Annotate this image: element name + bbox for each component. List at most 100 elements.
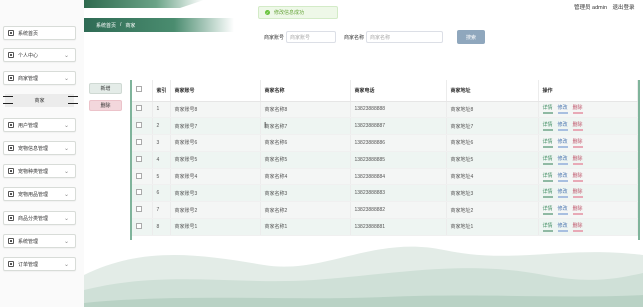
detail-button[interactable]: 详情	[542, 138, 553, 148]
sidebar-item-0[interactable]: 系统首页	[3, 26, 76, 40]
table-row[interactable]: 3 商家账号6 商家名称6 13823888886 商家地址6 详情 修改 删除	[132, 134, 638, 152]
sidebar-item-8[interactable]: 系统管理 ⌄	[3, 234, 76, 248]
sidebar-item-3[interactable]: 用户管理 ⌄	[3, 118, 76, 132]
row-delete-button[interactable]: 删除	[572, 222, 583, 232]
top-stripe	[84, 0, 204, 8]
detail-button[interactable]: 详情	[542, 121, 553, 132]
row-actions-cell: 详情 修改 删除	[538, 168, 638, 186]
select-all-checkbox[interactable]	[136, 86, 142, 93]
row-checkbox[interactable]	[136, 105, 142, 112]
table-row[interactable]: 2 商家账号7 商家名称7 13823888887 商家地址7 详情 修改 删除	[132, 117, 638, 136]
sidebar-item-label: 系统首页	[18, 30, 39, 37]
row-select-cell	[132, 101, 153, 119]
row-delete-button[interactable]: 删除	[572, 172, 583, 182]
edit-button[interactable]: 修改	[557, 205, 568, 216]
row-checkbox[interactable]	[136, 222, 142, 229]
row-delete-button[interactable]: 删除	[572, 138, 583, 148]
detail-button[interactable]: 详情	[542, 104, 553, 115]
shop-icon	[8, 75, 14, 81]
cell-name: 商家名称4	[260, 168, 351, 186]
cell-address: 商家地址4	[446, 168, 539, 186]
table-row[interactable]: 1 商家账号8 商家名称8 13823888888 商家地址8 详情 修改 删除	[132, 101, 638, 119]
breadcrumb-separator: /	[120, 22, 122, 28]
toast-text: 修改信息成功	[274, 10, 305, 16]
breadcrumb-home[interactable]: 系统首页	[96, 22, 116, 29]
sidebar-item-2[interactable]: 商家管理 ⌄	[3, 71, 76, 85]
cell-phone: 13823888881	[350, 218, 447, 236]
row-checkbox[interactable]	[136, 155, 142, 162]
submenu-item-merchant[interactable]: 商家	[5, 94, 74, 107]
drag-handle-right-icon[interactable]	[68, 93, 78, 107]
edit-button[interactable]: 修改	[557, 138, 568, 148]
table-row[interactable]: 8 商家账号1 商家名称1 13823888881 商家地址1 详情 修改 删除	[132, 218, 638, 236]
submenu-item-label: 商家	[34, 98, 45, 104]
chevron-down-icon: ⌄	[63, 123, 69, 129]
sidebar-item-label: 个人中心	[18, 52, 39, 59]
table-row[interactable]: 4 商家账号5 商家名称5 13823888885 商家地址5 详情 修改 删除	[132, 151, 638, 169]
chevron-down-icon: ⌄	[63, 76, 69, 82]
cell-name: 商家名称8	[260, 101, 351, 119]
row-select-cell	[132, 151, 153, 169]
row-delete-button[interactable]: 删除	[572, 121, 583, 132]
table-row[interactable]: 7 商家账号2 商家名称2 13823888882 商家地址2 详情 修改 删除	[132, 201, 638, 220]
detail-button[interactable]: 详情	[542, 188, 553, 199]
sidebar-item-label: 订单管理	[18, 261, 39, 268]
detail-button[interactable]: 详情	[542, 172, 553, 182]
cell-phone: 13823888885	[350, 151, 447, 169]
row-select-cell	[132, 201, 153, 220]
drag-handle-left-icon[interactable]	[3, 93, 13, 107]
edit-button[interactable]: 修改	[557, 121, 568, 132]
search-button[interactable]: 搜索	[457, 30, 486, 44]
breadcrumb-current: 商家	[125, 22, 136, 29]
edit-button[interactable]: 修改	[557, 104, 568, 115]
sidebar-item-9[interactable]: 订单管理 ⌄	[3, 257, 76, 271]
add-button[interactable]: 新增	[89, 83, 122, 94]
edit-button[interactable]: 修改	[557, 172, 568, 182]
sidebar-item-5[interactable]: 宠物种类管理 ⌄	[3, 164, 76, 178]
detail-button[interactable]: 详情	[542, 222, 553, 232]
row-actions-cell: 详情 修改 删除	[538, 117, 638, 136]
table-row[interactable]: 6 商家账号3 商家名称3 13823888883 商家地址3 详情 修改 删除	[132, 184, 638, 203]
row-actions-cell: 详情 修改 删除	[538, 151, 638, 169]
cell-index: 4	[152, 151, 171, 169]
chevron-down-icon: ⌄	[63, 262, 69, 268]
search-account-input[interactable]: 商家账号	[286, 31, 337, 43]
row-delete-button[interactable]: 删除	[572, 205, 583, 216]
sidebar-item-1[interactable]: 个人中心 ⌄	[3, 48, 76, 62]
sidebar-item-4[interactable]: 宠物信息管理 ⌄	[3, 141, 76, 155]
row-checkbox[interactable]	[136, 138, 142, 145]
cell-index: 2	[152, 117, 171, 136]
cell-phone: 13823888882	[350, 201, 447, 220]
cell-phone: 13823888884	[350, 168, 447, 186]
cell-phone: 13823888888	[350, 101, 447, 119]
row-delete-button[interactable]: 删除	[572, 188, 583, 199]
cell-phone: 13823888883	[350, 184, 447, 203]
data-table: 索引 商家账号 商家名称 商家电话 商家地址 操作 1 商家账号8 商家名称8 138…	[130, 80, 640, 240]
sidebar-item-6[interactable]: 宠物用品管理 ⌄	[3, 187, 76, 201]
detail-button[interactable]: 详情	[542, 155, 553, 165]
row-checkbox[interactable]	[136, 172, 142, 179]
cell-name: 商家名称5	[260, 151, 351, 169]
cell-index: 5	[152, 168, 171, 186]
row-checkbox[interactable]	[136, 122, 142, 129]
edit-button[interactable]: 修改	[557, 188, 568, 199]
column-header-phone: 商家电话	[350, 80, 447, 102]
row-delete-button[interactable]: 删除	[572, 155, 583, 165]
cell-address: 商家地址2	[446, 201, 539, 220]
delete-button[interactable]: 删除	[89, 100, 122, 111]
table-row[interactable]: 5 商家账号4 商家名称4 13823888884 商家地址4 详情 修改 删除	[132, 168, 638, 186]
row-actions-cell: 详情 修改 删除	[538, 134, 638, 152]
table-header-row: 索引 商家账号 商家名称 商家电话 商家地址 操作	[132, 80, 638, 102]
edit-button[interactable]: 修改	[557, 222, 568, 232]
row-checkbox[interactable]	[136, 206, 142, 213]
detail-button[interactable]: 详情	[542, 205, 553, 216]
search-name-input[interactable]: 商家名称	[366, 31, 444, 43]
sidebar-item-7[interactable]: 商品分类管理 ⌄	[3, 211, 76, 225]
user-label: 管理员 admin	[574, 5, 608, 11]
row-delete-button[interactable]: 删除	[572, 104, 583, 115]
search-bar: 商家账号 商家账号 商家名称 商家名称 搜索	[264, 30, 486, 44]
row-select-cell	[132, 168, 153, 186]
row-checkbox[interactable]	[136, 189, 142, 196]
logout-link[interactable]: 退出登录	[613, 5, 635, 11]
edit-button[interactable]: 修改	[557, 155, 568, 165]
